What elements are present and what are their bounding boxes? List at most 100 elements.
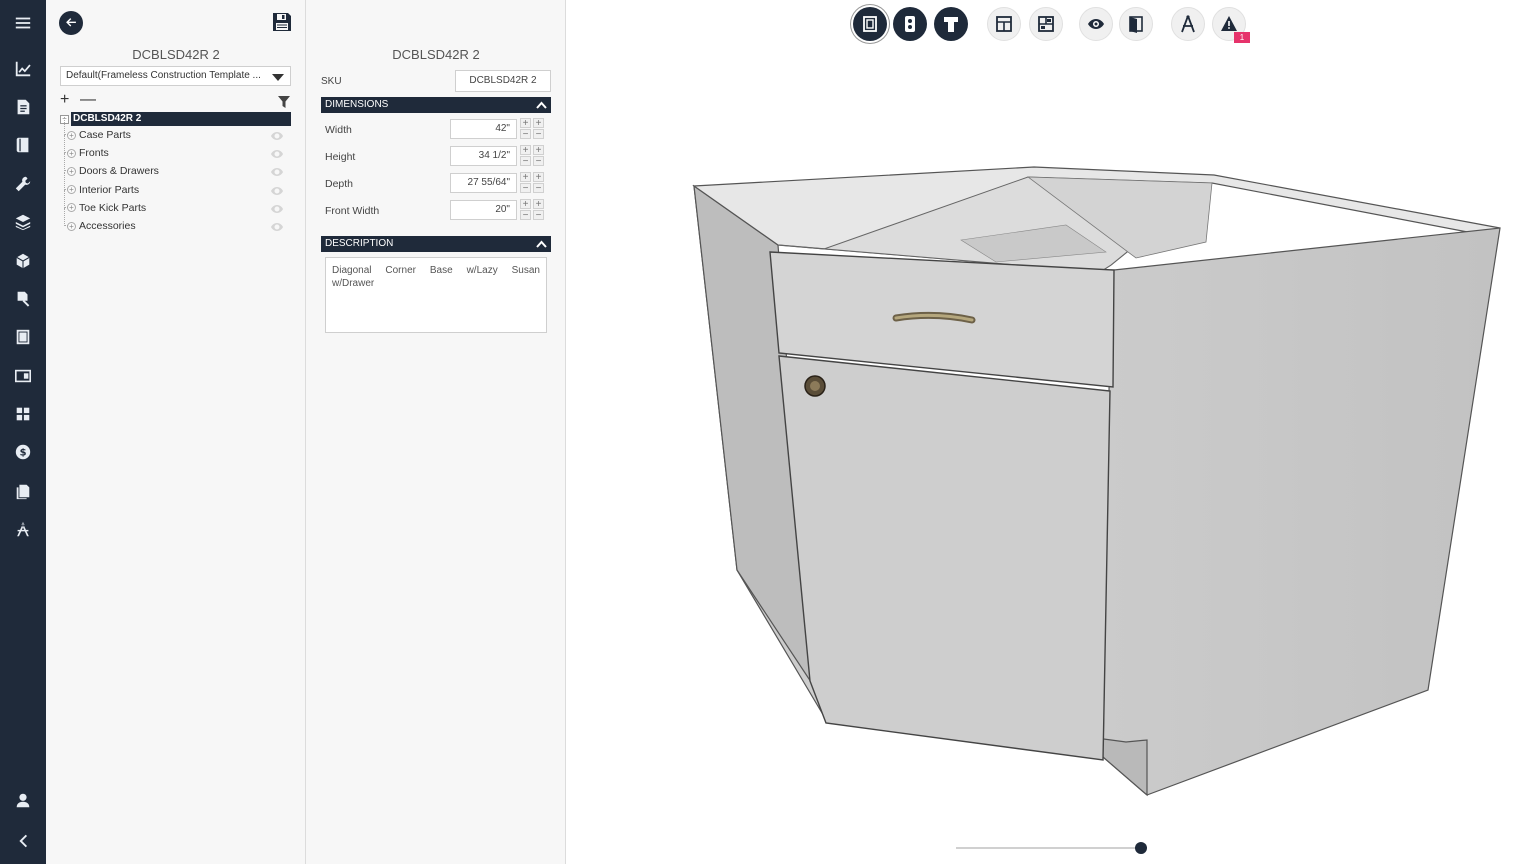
visibility-eye-icon[interactable] [271, 167, 283, 177]
tree-connector [64, 153, 68, 172]
back-button[interactable] [59, 11, 83, 35]
save-button[interactable] [271, 11, 293, 33]
properties-title: DCBLSD42R 2 [392, 47, 480, 62]
expand-node-icon[interactable]: + [67, 185, 76, 195]
increment-coarse-button[interactable]: + [520, 145, 531, 156]
tree-item-fronts[interactable]: + Fronts [60, 135, 291, 162]
dimensions-header[interactable]: DIMENSIONS [321, 97, 551, 113]
reports-icon[interactable] [0, 476, 46, 506]
sku-field[interactable]: DCBLSD42R 2 [455, 70, 551, 92]
view-top-button[interactable] [934, 7, 968, 41]
description-header[interactable]: DESCRIPTION [321, 236, 551, 252]
expand-all-button[interactable]: + [60, 92, 69, 108]
panel-title: DCBLSD42R 2 [132, 47, 220, 62]
expand-node-icon[interactable]: + [67, 203, 76, 213]
dimension-label: Width [325, 124, 352, 136]
visibility-eye-icon[interactable] [271, 149, 283, 159]
tree-item-interior-parts[interactable]: + Interior Parts [60, 171, 291, 199]
parts-icon[interactable] [0, 284, 46, 314]
expand-node-icon[interactable]: + [67, 130, 76, 140]
dimensions-header-label: DIMENSIONS [325, 99, 389, 110]
decrement-coarse-button[interactable]: − [520, 129, 531, 140]
elevation-view-button[interactable] [1029, 7, 1063, 41]
menu-icon[interactable] [0, 8, 46, 38]
drafting-icon[interactable] [0, 514, 46, 544]
book-icon[interactable] [0, 130, 46, 160]
increment-fine-button[interactable]: + [533, 199, 544, 210]
price-icon[interactable]: $ [0, 437, 46, 467]
visibility-eye-icon[interactable] [271, 131, 283, 140]
chevron-up-icon[interactable] [536, 100, 547, 109]
grid-icon[interactable] [0, 399, 46, 429]
template-dropdown-value: Default(Frameless Construction Template … [66, 70, 261, 81]
decrement-coarse-button[interactable]: − [520, 156, 531, 167]
door-toggle-button[interactable] [1119, 7, 1153, 41]
expand-node-icon[interactable]: + [67, 166, 76, 176]
tree-root-label[interactable]: DCBLSD42R 2 [71, 112, 291, 126]
explode-slider-handle[interactable] [1135, 842, 1147, 854]
visibility-eye-icon[interactable] [271, 186, 283, 195]
tools-icon[interactable] [0, 169, 46, 199]
visibility-eye-icon[interactable] [271, 222, 283, 231]
tree-connector [64, 117, 68, 135]
open-door-icon [1129, 16, 1143, 33]
increment-coarse-button[interactable]: + [520, 118, 531, 129]
dimension-label: Depth [325, 178, 354, 190]
dimension-row-depth: Depth 27 55/64" + + − − [321, 172, 551, 194]
warning-icon [1221, 16, 1237, 31]
expand-node-icon[interactable]: + [67, 148, 76, 158]
tree-item-label: Case Parts [79, 129, 131, 142]
tree-item-case-parts[interactable]: + Case Parts [60, 117, 291, 144]
collapse-icon[interactable] [0, 826, 46, 856]
icon-rail: $ [0, 0, 46, 864]
cabinet-icon[interactable] [0, 322, 46, 352]
filter-icon[interactable] [278, 95, 290, 108]
increment-fine-button[interactable]: + [533, 172, 544, 183]
decrement-coarse-button[interactable]: − [520, 183, 531, 194]
tree-item-accessories[interactable]: + Accessories [60, 207, 291, 235]
layout-view-button[interactable] [987, 7, 1021, 41]
dimension-tool-button[interactable] [1171, 7, 1205, 41]
template-dropdown[interactable]: Default(Frameless Construction Template … [60, 66, 291, 86]
depth-input[interactable]: 27 55/64" [450, 173, 517, 193]
cabinet-side-icon [905, 16, 915, 32]
tree-connector [64, 171, 68, 190]
increment-fine-button[interactable]: + [533, 118, 544, 129]
cube-icon[interactable] [0, 246, 46, 276]
decrement-fine-button[interactable]: − [533, 156, 544, 167]
increment-fine-button[interactable]: + [533, 145, 544, 156]
document-icon[interactable] [0, 92, 46, 122]
decrement-fine-button[interactable]: − [533, 210, 544, 221]
visibility-eye-icon[interactable] [271, 204, 283, 213]
visibility-toggle-button[interactable] [1079, 7, 1113, 41]
decrement-coarse-button[interactable]: − [520, 210, 531, 221]
explode-slider-track[interactable] [956, 847, 1141, 849]
description-textarea[interactable]: Diagonal Corner Base w/Lazy Susan w/Draw… [325, 257, 547, 333]
dimension-row-width: Width 42" + + − − [321, 118, 551, 140]
increment-coarse-button[interactable]: + [520, 172, 531, 183]
decrement-fine-button[interactable]: − [533, 183, 544, 194]
tree-item-toe-kick-parts[interactable]: + Toe Kick Parts [60, 189, 291, 217]
collapse-all-button[interactable]: — [80, 92, 96, 108]
cabinet-tree-panel: DCBLSD42R 2 Default(Frameless Constructi… [46, 0, 306, 864]
decrement-fine-button[interactable]: − [533, 129, 544, 140]
3d-viewport[interactable]: 1 [566, 0, 1536, 864]
user-icon[interactable] [0, 785, 46, 815]
cabinet-3d-render[interactable] [566, 0, 1536, 864]
tree-item-doors-drawers[interactable]: + Doors & Drawers [60, 153, 291, 180]
layers-icon[interactable] [0, 207, 46, 237]
chart-icon[interactable] [0, 54, 46, 84]
width-input[interactable]: 42" [450, 119, 517, 139]
increment-coarse-button[interactable]: + [520, 199, 531, 210]
view-front-button[interactable] [853, 7, 887, 41]
front-width-input[interactable]: 20" [450, 200, 517, 220]
height-input[interactable]: 34 1/2" [450, 146, 517, 166]
panel-icon[interactable] [0, 361, 46, 391]
chevron-up-icon[interactable] [536, 239, 547, 248]
sku-label: SKU [321, 76, 342, 87]
view-side-button[interactable] [893, 7, 927, 41]
cabinet-top-icon [944, 17, 958, 32]
tree-root[interactable]: − DCBLSD42R 2 [60, 112, 291, 126]
expand-node-icon[interactable]: + [67, 221, 76, 231]
dimension-row-front-width: Front Width 20" + + − − [321, 199, 551, 221]
